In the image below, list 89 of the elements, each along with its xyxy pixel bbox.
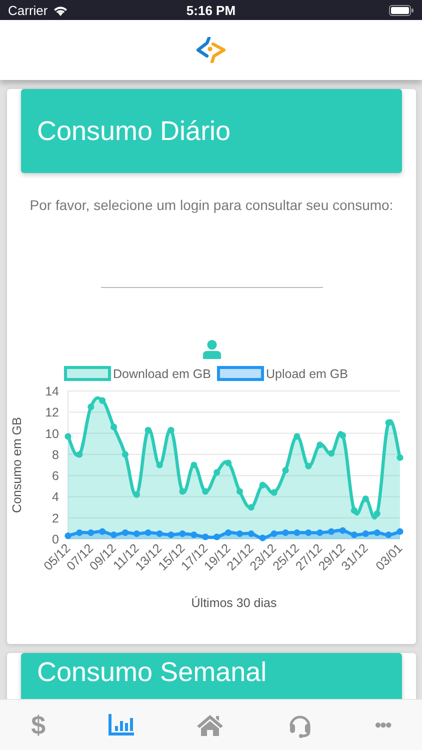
- logo-icon: [195, 37, 227, 63]
- data-point: [362, 530, 369, 538]
- data-point: [236, 488, 244, 495]
- carrier-label: Carrier: [8, 2, 48, 18]
- data-point: [99, 397, 106, 404]
- data-point: [214, 469, 220, 476]
- data-point: [305, 462, 312, 470]
- y-tick-label: 8: [52, 448, 59, 462]
- person-icon: [202, 340, 220, 359]
- data-point: [350, 507, 358, 514]
- data-point: [202, 534, 209, 540]
- home-icon: [196, 714, 224, 736]
- data-point: [282, 466, 289, 474]
- data-point: [64, 532, 72, 540]
- data-point: [122, 451, 129, 458]
- tab-button[interactable]: $: [31, 711, 46, 739]
- data-point: [122, 529, 129, 536]
- data-point: [259, 482, 266, 488]
- bar-chart-icon: [108, 714, 134, 736]
- data-point: [214, 534, 220, 540]
- data-point: [168, 531, 174, 538]
- data-point: [396, 454, 404, 461]
- y-tick-label: 14: [45, 384, 59, 398]
- data-point: [190, 531, 198, 538]
- data-point: [374, 510, 380, 517]
- data-point: [316, 529, 324, 536]
- legend-swatch: [217, 366, 264, 381]
- data-point: [88, 529, 94, 536]
- data-point: [385, 419, 392, 426]
- data-point: [374, 529, 380, 536]
- data-point: [76, 529, 83, 536]
- data-point: [385, 531, 392, 538]
- data-point: [270, 489, 278, 496]
- data-point: [76, 451, 83, 458]
- instruction-text: Por favor, selecione um login para consultar seu consumo:: [28, 197, 394, 213]
- tab-button[interactable]: •••: [374, 711, 391, 739]
- data-point: [294, 529, 300, 536]
- data-point: [224, 529, 232, 536]
- y-axis-title: Consumo em GB: [10, 417, 24, 513]
- legend-label: Upload em GB: [266, 367, 348, 381]
- data-point: [339, 432, 346, 439]
- card-title: Consumo Diário: [37, 116, 231, 146]
- y-tick-label: 4: [52, 490, 59, 504]
- data-point: [328, 528, 335, 535]
- data-point: [88, 404, 94, 410]
- clock-time: 5:16 PM: [186, 2, 236, 18]
- data-point: [248, 530, 254, 538]
- battery-icon: [389, 4, 414, 16]
- data-point: [339, 527, 346, 534]
- data-point: [179, 488, 186, 495]
- data-point: [156, 530, 163, 538]
- data-point: [224, 460, 232, 466]
- x-axis-title: Últimos 30 dias: [191, 596, 277, 610]
- wifi-icon: [52, 4, 68, 16]
- data-point: [248, 504, 254, 511]
- data-point: [144, 529, 152, 536]
- data-point: [179, 530, 186, 538]
- data-point: [110, 531, 118, 538]
- data-point: [168, 426, 174, 434]
- card-title: Consumo Semanal: [37, 657, 267, 688]
- y-tick-label: 6: [52, 469, 59, 484]
- data-point: [350, 531, 358, 538]
- tab-button[interactable]: [108, 714, 134, 736]
- data-point: [328, 450, 335, 457]
- data-point: [156, 462, 163, 468]
- y-tick-label: 12: [45, 406, 59, 420]
- data-point: [133, 530, 140, 538]
- data-point: [294, 433, 300, 440]
- legend-swatch: [64, 366, 111, 381]
- data-point: [133, 491, 140, 498]
- data-point: [64, 433, 72, 440]
- tab-button[interactable]: [196, 714, 224, 736]
- data-point: [202, 488, 209, 495]
- legend-label: Download em GB: [113, 367, 211, 381]
- data-point: [396, 528, 404, 535]
- data-point: [270, 530, 278, 538]
- data-point: [362, 496, 369, 502]
- data-point: [144, 426, 152, 434]
- data-point: [110, 424, 118, 430]
- data-point: [190, 462, 198, 468]
- data-point: [282, 529, 289, 536]
- data-point: [316, 442, 324, 448]
- data-point: [305, 529, 312, 536]
- y-tick-label: 2: [52, 511, 59, 526]
- data-point: [259, 534, 266, 542]
- y-tick-label: 10: [45, 426, 59, 441]
- data-point: [236, 530, 244, 538]
- y-tick-label: 0: [52, 532, 59, 546]
- data-point: [99, 528, 106, 535]
